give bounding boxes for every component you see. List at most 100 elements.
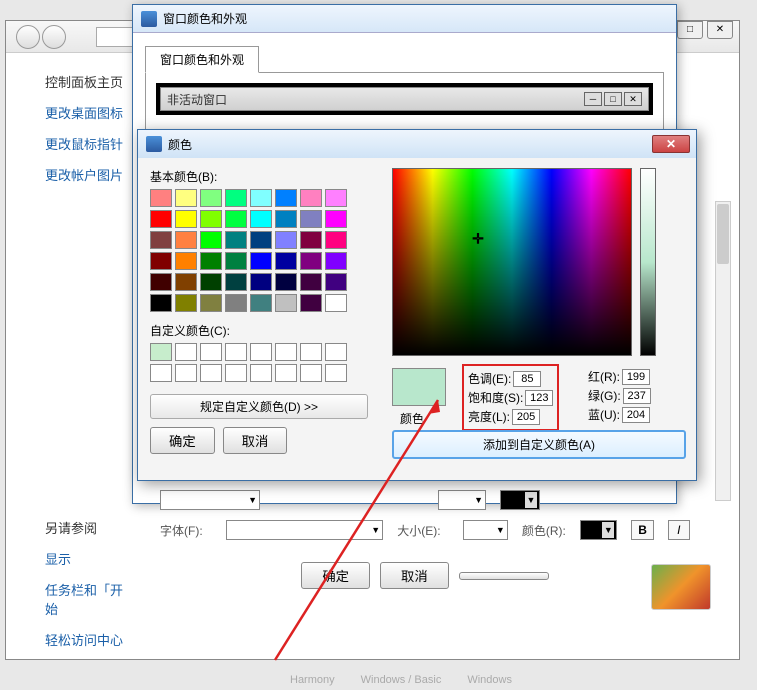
basic-color-swatch[interactable]: [225, 294, 247, 312]
sidebar-item-icons[interactable]: 更改桌面图标: [5, 103, 135, 122]
basic-color-swatch[interactable]: [225, 231, 247, 249]
basic-color-swatch[interactable]: [200, 294, 222, 312]
appearance-titlebar[interactable]: 窗口颜色和外观: [133, 5, 676, 33]
custom-color-swatch[interactable]: [200, 343, 222, 361]
luminance-slider[interactable]: [640, 168, 656, 356]
basic-color-swatch[interactable]: [300, 210, 322, 228]
basic-color-swatch[interactable]: [175, 231, 197, 249]
red-input[interactable]: [622, 369, 650, 385]
font-color-swatch[interactable]: ▼: [580, 520, 617, 540]
custom-color-swatch[interactable]: [325, 364, 347, 382]
custom-color-swatch[interactable]: [275, 364, 297, 382]
sidebar-item-cursor[interactable]: 更改鼠标指针: [5, 134, 135, 153]
add-to-custom-button[interactable]: 添加到自定义颜色(A): [392, 430, 686, 459]
cancel-button[interactable]: 取消: [380, 562, 449, 589]
basic-color-swatch[interactable]: [325, 210, 347, 228]
basic-color-swatch[interactable]: [200, 231, 222, 249]
basic-color-swatch[interactable]: [200, 252, 222, 270]
custom-color-swatch[interactable]: [275, 343, 297, 361]
basic-color-swatch[interactable]: [300, 231, 322, 249]
basic-color-swatch[interactable]: [250, 294, 272, 312]
basic-color-swatch[interactable]: [275, 210, 297, 228]
hue-input[interactable]: [513, 371, 541, 387]
nav-forward-button[interactable]: [42, 25, 66, 49]
bold-button[interactable]: B: [631, 520, 653, 540]
custom-color-swatch[interactable]: [250, 343, 272, 361]
blue-input[interactable]: [622, 407, 650, 423]
green-input[interactable]: [623, 388, 651, 404]
custom-color-swatch[interactable]: [225, 343, 247, 361]
custom-color-swatch[interactable]: [175, 343, 197, 361]
basic-color-swatch[interactable]: [225, 252, 247, 270]
basic-color-swatch[interactable]: [200, 273, 222, 291]
basic-color-swatch[interactable]: [175, 252, 197, 270]
basic-color-swatch[interactable]: [300, 273, 322, 291]
basic-color-swatch[interactable]: [325, 231, 347, 249]
color-cancel-button[interactable]: 取消: [223, 427, 288, 454]
custom-color-swatch[interactable]: [250, 364, 272, 382]
basic-color-swatch[interactable]: [275, 189, 297, 207]
color-titlebar[interactable]: 颜色 ✕: [138, 130, 696, 158]
apply-button[interactable]: [459, 572, 549, 580]
basic-color-swatch[interactable]: [325, 189, 347, 207]
theme-thumbnail[interactable]: [651, 564, 711, 610]
basic-color-swatch[interactable]: [200, 210, 222, 228]
basic-color-swatch[interactable]: [200, 189, 222, 207]
basic-color-swatch[interactable]: [150, 210, 172, 228]
custom-color-swatch[interactable]: [300, 364, 322, 382]
size-combo[interactable]: ▼: [463, 520, 508, 540]
basic-color-swatch[interactable]: [325, 294, 347, 312]
basic-color-swatch[interactable]: [175, 210, 197, 228]
basic-color-swatch[interactable]: [175, 189, 197, 207]
ok-button[interactable]: 确定: [301, 562, 370, 589]
basic-color-swatch[interactable]: [275, 231, 297, 249]
basic-color-swatch[interactable]: [175, 294, 197, 312]
scrollbar[interactable]: [715, 201, 731, 501]
color1-swatch[interactable]: ▼: [500, 490, 540, 510]
custom-color-swatch[interactable]: [150, 343, 172, 361]
basic-color-swatch[interactable]: [250, 252, 272, 270]
basic-color-swatch[interactable]: [300, 294, 322, 312]
size1-combo[interactable]: ▼: [438, 490, 486, 510]
basic-color-swatch[interactable]: [225, 210, 247, 228]
sidebar-home[interactable]: 控制面板主页: [5, 72, 135, 91]
basic-color-swatch[interactable]: [250, 231, 272, 249]
basic-color-swatch[interactable]: [300, 189, 322, 207]
custom-color-swatch[interactable]: [150, 364, 172, 382]
nav-back-button[interactable]: [16, 25, 40, 49]
basic-color-swatch[interactable]: [150, 252, 172, 270]
item-combo[interactable]: ▼: [160, 490, 260, 510]
basic-color-swatch[interactable]: [150, 273, 172, 291]
custom-color-swatch[interactable]: [200, 364, 222, 382]
basic-color-swatch[interactable]: [300, 252, 322, 270]
sidebar-item-account-pic[interactable]: 更改帐户图片: [5, 165, 135, 184]
sidebar-item-ease[interactable]: 轻松访问中心: [5, 630, 135, 649]
basic-color-swatch[interactable]: [250, 210, 272, 228]
basic-color-swatch[interactable]: [150, 231, 172, 249]
basic-color-swatch[interactable]: [250, 189, 272, 207]
basic-color-swatch[interactable]: [150, 189, 172, 207]
sidebar-item-taskbar[interactable]: 任务栏和「开始: [5, 580, 135, 618]
basic-color-swatch[interactable]: [225, 189, 247, 207]
sidebar-item-display[interactable]: 显示: [5, 549, 135, 568]
close-button[interactable]: ✕: [707, 21, 733, 39]
custom-color-swatch[interactable]: [300, 343, 322, 361]
basic-color-swatch[interactable]: [325, 252, 347, 270]
tab-appearance[interactable]: 窗口颜色和外观: [145, 46, 259, 73]
basic-color-swatch[interactable]: [150, 294, 172, 312]
color-gradient[interactable]: ✛: [392, 168, 632, 356]
basic-color-swatch[interactable]: [275, 294, 297, 312]
custom-color-swatch[interactable]: [325, 343, 347, 361]
basic-color-swatch[interactable]: [325, 273, 347, 291]
define-custom-button[interactable]: 规定自定义颜色(D) >>: [150, 394, 368, 419]
color-ok-button[interactable]: 确定: [150, 427, 215, 454]
custom-color-swatch[interactable]: [175, 364, 197, 382]
basic-color-swatch[interactable]: [250, 273, 272, 291]
italic-button[interactable]: I: [668, 520, 690, 540]
sat-input[interactable]: [525, 390, 553, 406]
basic-color-swatch[interactable]: [175, 273, 197, 291]
lum-input[interactable]: [512, 409, 540, 425]
maximize-button[interactable]: □: [677, 21, 703, 39]
basic-color-swatch[interactable]: [275, 252, 297, 270]
basic-color-swatch[interactable]: [275, 273, 297, 291]
